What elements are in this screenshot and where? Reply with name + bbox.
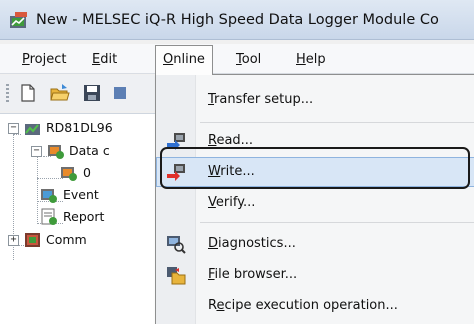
- menu-separator: [200, 222, 474, 223]
- menu-separator: [200, 122, 474, 123]
- app-icon: [10, 12, 27, 28]
- menu-edit[interactable]: Edit: [92, 50, 117, 70]
- menu-item-verify[interactable]: Verify...: [156, 188, 474, 218]
- menu-online[interactable]: Online: [155, 45, 213, 75]
- module-icon: [25, 124, 40, 135]
- menu-item-write[interactable]: Write...: [156, 157, 474, 187]
- save-icon[interactable]: [82, 83, 102, 103]
- menu-item-file-browser[interactable]: File browser...: [156, 260, 474, 290]
- menu-project[interactable]: Project: [22, 50, 67, 70]
- toolbar-grip[interactable]: [6, 84, 9, 104]
- menu-help[interactable]: Help: [296, 50, 326, 70]
- window-title: New - MELSEC iQ-R High Speed Data Logger…: [36, 12, 439, 28]
- collapse-icon[interactable]: −: [31, 146, 42, 157]
- open-folder-icon[interactable]: [50, 83, 70, 103]
- report-icon: [41, 208, 57, 225]
- menu-item-read[interactable]: Read...: [156, 126, 474, 156]
- expand-icon[interactable]: +: [8, 235, 19, 246]
- online-menu-dropdown: Transfer setup... Read... Write... Verif…: [155, 74, 474, 324]
- app-window: New - MELSEC iQ-R High Speed Data Logger…: [0, 0, 474, 324]
- tree-item-common[interactable]: + Comm: [8, 231, 168, 251]
- menu-item-diagnostics[interactable]: Diagnostics...: [156, 229, 474, 259]
- event-icon: [41, 189, 57, 203]
- tree-item-report[interactable]: Report: [40, 208, 160, 228]
- menu-item-transfer-setup[interactable]: Transfer setup...: [156, 85, 474, 115]
- common-setting-icon: [25, 233, 40, 247]
- toolbar-partial-icon[interactable]: [112, 83, 132, 103]
- tree-item-event[interactable]: Event: [40, 186, 160, 206]
- collapse-icon[interactable]: −: [8, 123, 19, 134]
- menu-tool[interactable]: Tool: [236, 50, 261, 70]
- diagnostics-icon: [167, 236, 186, 254]
- menu-item-recipe-execution[interactable]: Recipe execution operation...: [156, 291, 474, 321]
- tree-item-module[interactable]: − RD81DL96: [8, 119, 168, 139]
- write-to-module-icon: [167, 164, 185, 181]
- read-from-module-icon: [167, 133, 185, 150]
- menu-bar: Project Edit Online Tool Help: [0, 44, 474, 75]
- data-logging-icon: [48, 145, 64, 159]
- data-setting-icon: [61, 167, 77, 181]
- tree-item-data[interactable]: − Data c: [31, 142, 171, 162]
- tree-item-setting[interactable]: 0: [60, 164, 160, 184]
- file-browser-icon: [167, 267, 186, 285]
- title-bar: New - MELSEC iQ-R High Speed Data Logger…: [0, 0, 474, 40]
- new-file-icon[interactable]: [18, 83, 38, 103]
- tree-connector: [37, 154, 38, 224]
